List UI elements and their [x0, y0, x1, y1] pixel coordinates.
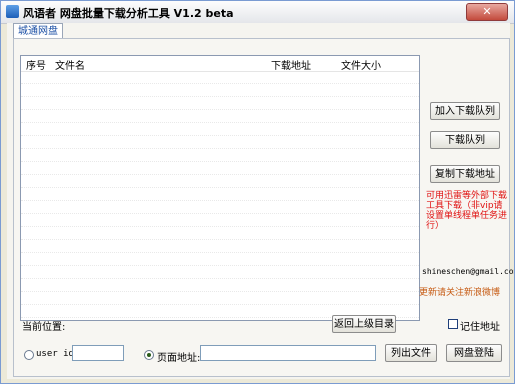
empty-list-row [21, 136, 419, 149]
empty-list-row [21, 149, 419, 162]
empty-list-row [21, 188, 419, 201]
window-title: 风语者 网盘批量下载分析工具 V1.2 beta [23, 7, 234, 20]
page-address-input[interactable] [200, 345, 376, 361]
list-header: 序号 文件名 下载地址 文件大小 [21, 56, 419, 72]
empty-list-row [21, 227, 419, 240]
column-header-index[interactable]: 序号 [26, 57, 46, 72]
file-list[interactable]: 序号 文件名 下载地址 文件大小 [20, 55, 420, 321]
user-id-radio[interactable] [24, 350, 34, 360]
page-address-radio[interactable] [144, 350, 154, 360]
download-hint-text: 可用迅雷等外部下载工具下载（非vip请设置单线程单任务进行） [426, 191, 508, 231]
empty-list-row [21, 292, 419, 305]
follow-weibo-link[interactable]: 更新请关注新浪微博 [419, 285, 500, 298]
empty-list-row [21, 84, 419, 97]
column-header-filesize[interactable]: 文件大小 [341, 57, 381, 72]
empty-list-row [21, 240, 419, 253]
title-bar[interactable]: 风语者 网盘批量下载分析工具 V1.2 beta ✕ [1, 1, 514, 24]
empty-list-row [21, 201, 419, 214]
current-location-label: 当前位置: [22, 322, 66, 333]
column-header-filename[interactable]: 文件名 [55, 57, 85, 72]
remember-address-label: 记住地址 [460, 322, 500, 333]
empty-list-row [21, 71, 419, 84]
column-header-download-url[interactable]: 下载地址 [271, 57, 311, 72]
empty-list-row [21, 97, 419, 110]
app-window: 风语者 网盘批量下载分析工具 V1.2 beta ✕ 城通网盘 序号 文件名 下… [0, 0, 515, 384]
download-queue-button[interactable]: 下载队列 [430, 131, 500, 149]
disk-login-button[interactable]: 网盘登陆 [446, 344, 502, 362]
empty-list-row [21, 123, 419, 136]
empty-list-row [21, 214, 419, 227]
author-email: shineschen@gmail.com [422, 267, 515, 276]
list-files-button[interactable]: 列出文件 [385, 344, 437, 362]
client-area: 城通网盘 序号 文件名 下载地址 文件大小 加入下载队列 下载队列 复制下载地址… [7, 23, 514, 379]
list-body [21, 71, 419, 320]
user-id-input[interactable] [72, 345, 124, 361]
add-to-queue-button[interactable]: 加入下载队列 [430, 102, 500, 120]
go-up-directory-button[interactable]: 返回上级目录 [332, 315, 396, 333]
empty-list-row [21, 279, 419, 292]
page-address-label: 页面地址: [157, 353, 201, 364]
empty-list-row [21, 266, 419, 279]
app-icon [6, 5, 19, 18]
close-button[interactable]: ✕ [466, 3, 508, 21]
tab-panel: 序号 文件名 下载地址 文件大小 加入下载队列 下载队列 复制下载地址 可用迅雷… [13, 38, 514, 377]
tab-ctdisk[interactable]: 城通网盘 [13, 23, 63, 39]
empty-list-row [21, 175, 419, 188]
remember-address-checkbox[interactable] [448, 319, 458, 329]
empty-list-row [21, 253, 419, 266]
empty-list-row [21, 162, 419, 175]
copy-download-url-button[interactable]: 复制下载地址 [430, 165, 500, 183]
empty-list-row [21, 110, 419, 123]
